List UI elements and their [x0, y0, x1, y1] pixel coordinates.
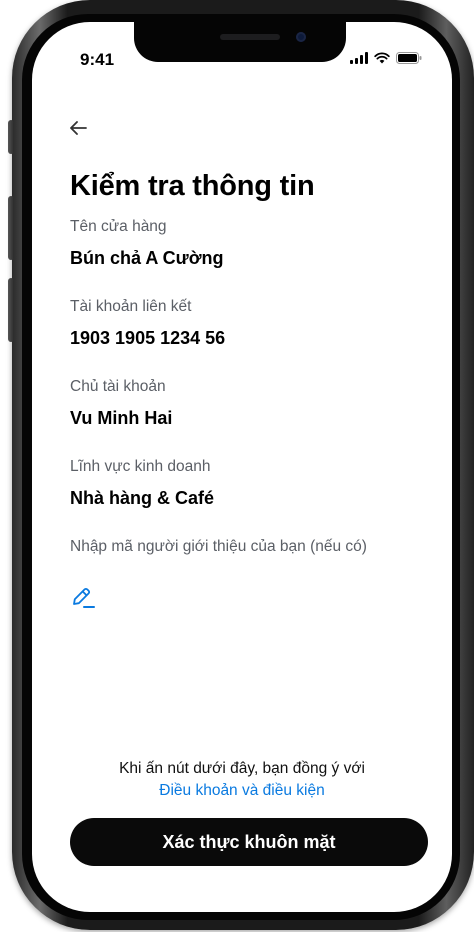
notch: [134, 22, 346, 62]
business-field-value: Nhà hàng & Café: [70, 488, 215, 508]
wifi-icon: [374, 52, 390, 64]
linked-account-value: 1903 1905 1234 56: [70, 328, 226, 348]
business-field-label: Lĩnh vực kinh doanh: [70, 458, 211, 475]
terms-link[interactable]: Điều khoản và điều kiện: [32, 782, 452, 800]
front-camera: [296, 32, 306, 42]
account-owner-value: Vu Minh Hai: [70, 408, 173, 428]
mute-switch: [8, 120, 14, 154]
agreement-text: Khi ấn nút dưới đây, bạn đồng ý với: [119, 760, 365, 777]
volume-down-button: [8, 278, 14, 342]
page-title: Kiểm tra thông tin: [70, 170, 315, 202]
battery-icon: [396, 52, 422, 64]
store-name-value: Bún chả A Cường: [70, 248, 224, 268]
referral-code-label: Nhập mã người giới thiệu của bạn (nếu có…: [70, 538, 367, 555]
pencil-icon[interactable]: [70, 586, 96, 610]
linked-account-label: Tài khoản liên kết: [70, 298, 192, 315]
face-verification-button[interactable]: Xác thực khuôn mặt: [70, 818, 428, 866]
status-time: 9:41: [80, 50, 115, 69]
account-owner-label: Chủ tài khoản: [70, 378, 166, 395]
store-name-label: Tên cửa hàng: [70, 218, 167, 235]
volume-up-button: [8, 196, 14, 260]
app-screen: 9:41 Kiểm tra thông tin Tên cửa hàng Bún…: [32, 22, 452, 912]
signal-icon: [350, 52, 368, 64]
back-arrow-icon[interactable]: [66, 116, 90, 140]
speaker-grille: [220, 34, 280, 40]
status-icons: [350, 52, 422, 64]
